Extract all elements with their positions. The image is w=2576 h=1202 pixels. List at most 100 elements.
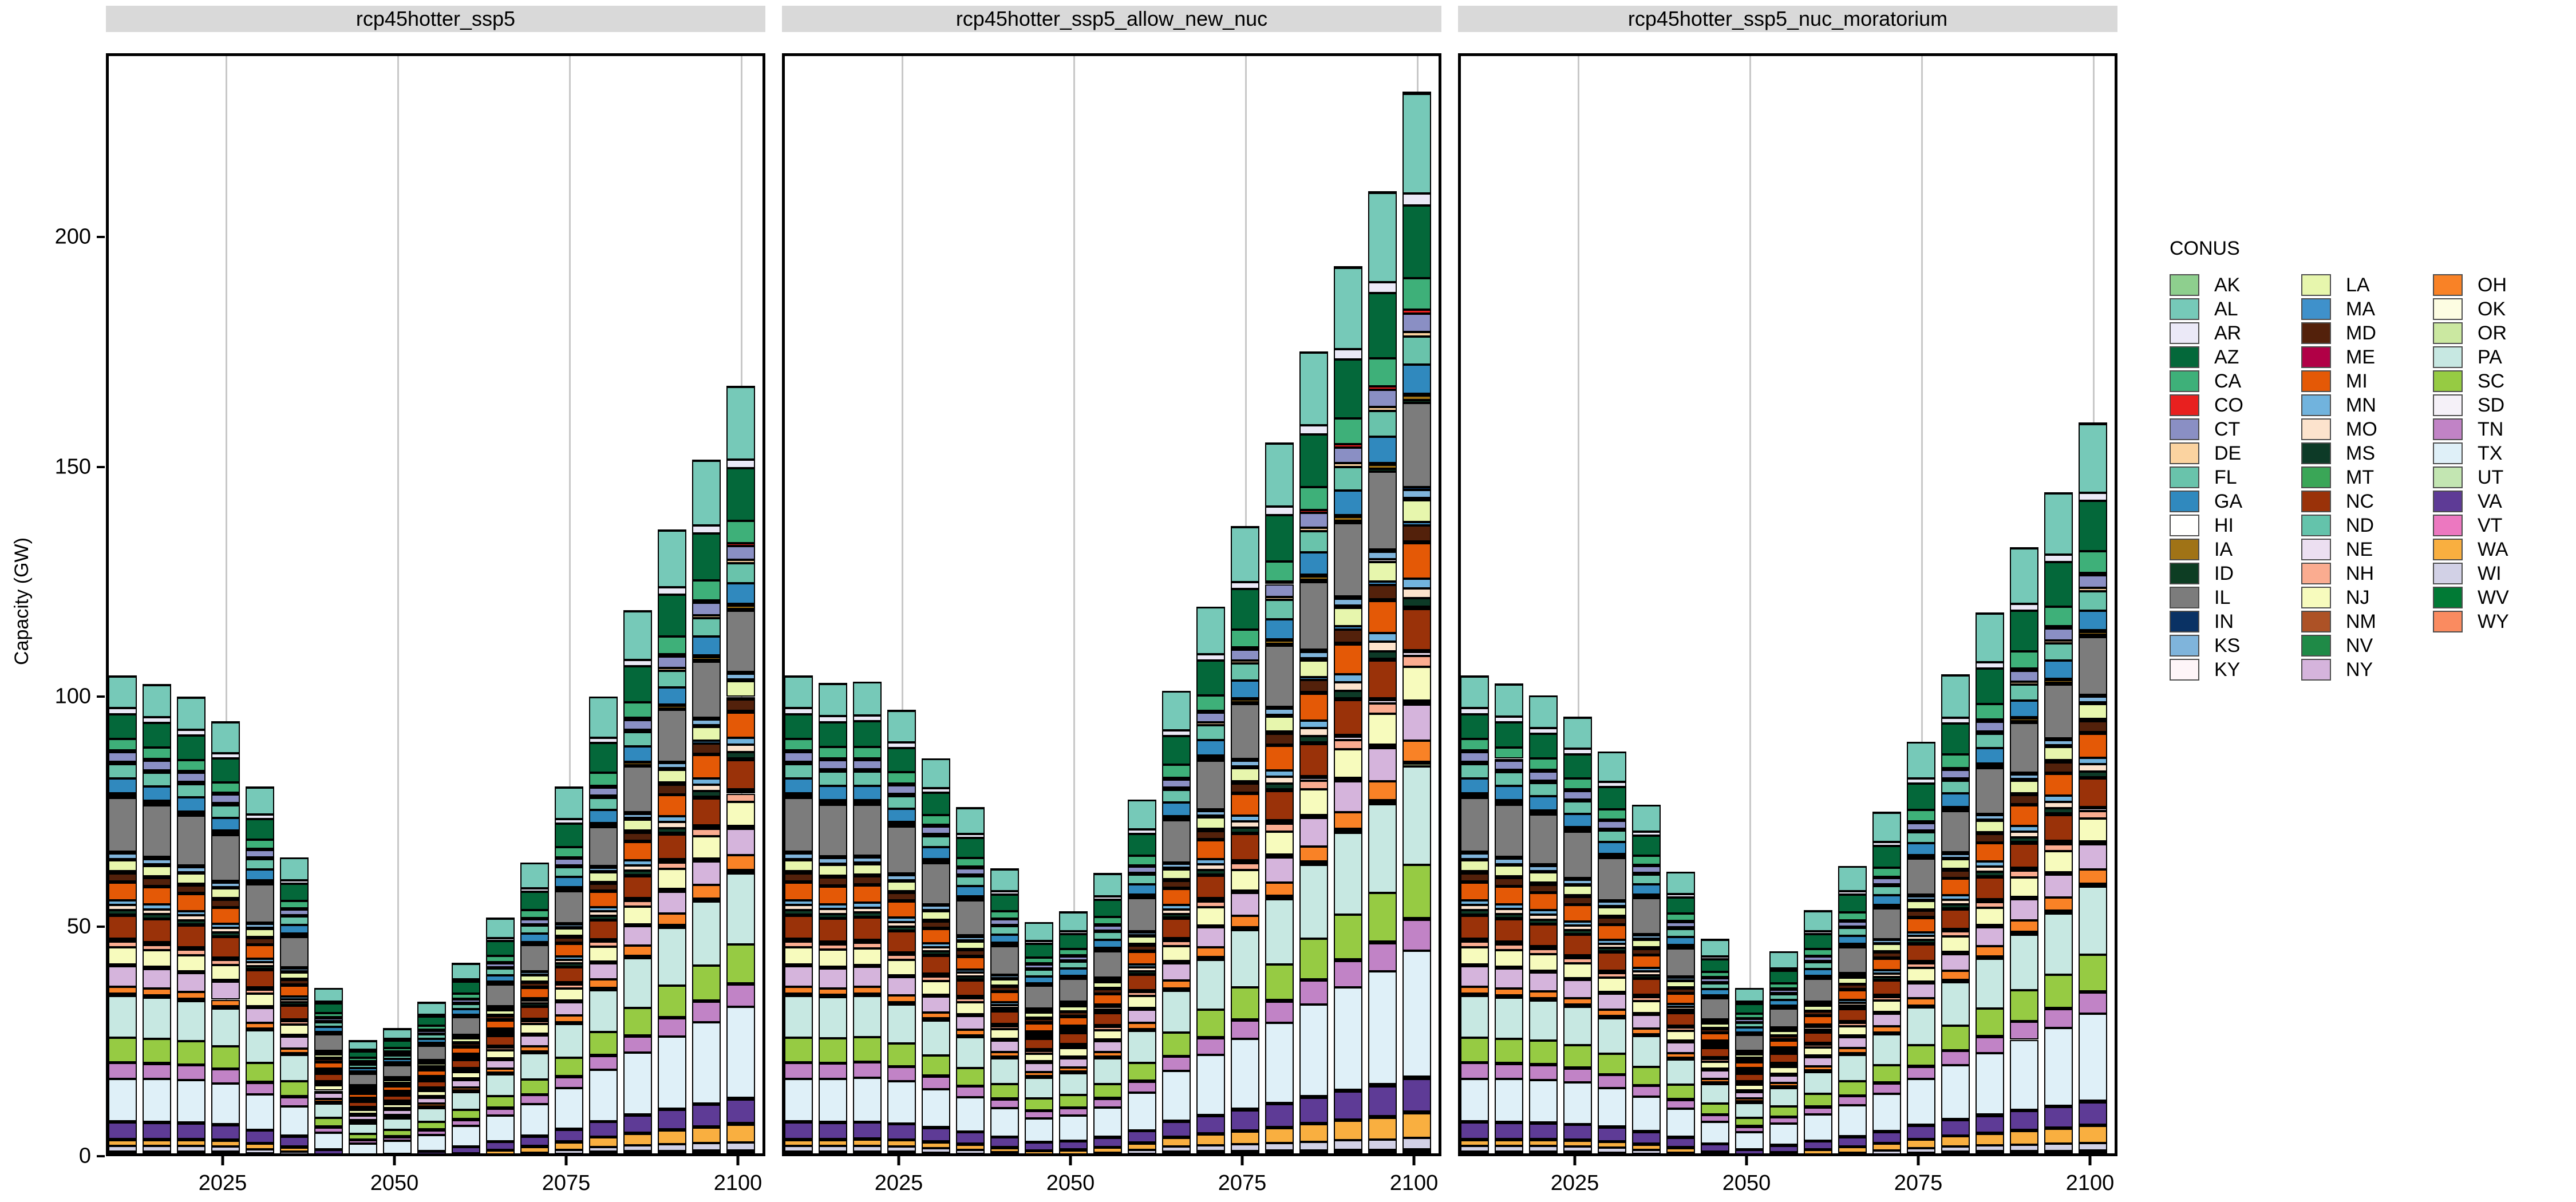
stacked-bar[interactable] bbox=[1402, 92, 1431, 1153]
legend-item[interactable]: MI bbox=[2301, 369, 2377, 393]
legend-item[interactable]: SC bbox=[2433, 369, 2509, 393]
legend-item[interactable]: WA bbox=[2433, 537, 2509, 562]
legend-item[interactable]: NY bbox=[2301, 658, 2377, 682]
legend-item[interactable]: NE bbox=[2301, 537, 2377, 562]
stacked-bar[interactable] bbox=[658, 529, 686, 1153]
stacked-bar[interactable] bbox=[922, 758, 950, 1153]
legend-item[interactable]: AZ bbox=[2170, 345, 2243, 369]
legend-item[interactable]: WI bbox=[2433, 562, 2509, 586]
stacked-bar[interactable] bbox=[1231, 526, 1259, 1153]
legend-item[interactable]: OR bbox=[2433, 321, 2509, 345]
legend-item[interactable]: IN bbox=[2170, 610, 2243, 634]
stacked-bar[interactable] bbox=[1461, 675, 1489, 1153]
stacked-bar[interactable] bbox=[383, 1028, 412, 1153]
stacked-bar[interactable] bbox=[1334, 266, 1362, 1153]
stacked-bar[interactable] bbox=[2079, 422, 2107, 1153]
stacked-bar[interactable] bbox=[177, 697, 206, 1153]
stacked-bar[interactable] bbox=[623, 610, 652, 1153]
legend-item[interactable]: ME bbox=[2301, 345, 2377, 369]
legend-item[interactable]: AL bbox=[2170, 297, 2243, 321]
legend-item[interactable]: VA bbox=[2433, 489, 2509, 513]
legend-item[interactable]: KS bbox=[2170, 634, 2243, 658]
stacked-bar[interactable] bbox=[452, 963, 480, 1153]
stacked-bar[interactable] bbox=[853, 681, 882, 1153]
stacked-bar[interactable] bbox=[2010, 547, 2038, 1153]
legend-item[interactable]: LA bbox=[2301, 273, 2377, 297]
stacked-bar[interactable] bbox=[417, 1002, 446, 1153]
stacked-bar[interactable] bbox=[726, 386, 755, 1153]
stacked-bar[interactable] bbox=[1735, 987, 1764, 1153]
legend-item[interactable]: WV bbox=[2433, 586, 2509, 610]
stacked-bar[interactable] bbox=[246, 786, 274, 1153]
legend-item[interactable]: MT bbox=[2301, 465, 2377, 489]
legend-item[interactable]: ND bbox=[2301, 513, 2377, 537]
stacked-bar[interactable] bbox=[1495, 683, 1523, 1153]
legend-item[interactable]: IL bbox=[2170, 586, 2243, 610]
legend-item[interactable]: OK bbox=[2433, 297, 2509, 321]
stacked-bar[interactable] bbox=[1872, 812, 1901, 1153]
legend-item[interactable]: NC bbox=[2301, 489, 2377, 513]
stacked-bar[interactable] bbox=[1128, 799, 1156, 1153]
legend-item[interactable]: KY bbox=[2170, 658, 2243, 682]
stacked-bar[interactable] bbox=[1632, 804, 1661, 1153]
stacked-bar[interactable] bbox=[109, 675, 137, 1153]
stacked-bar[interactable] bbox=[314, 987, 343, 1153]
stacked-bar[interactable] bbox=[819, 683, 847, 1153]
stacked-bar[interactable] bbox=[1701, 939, 1729, 1153]
stacked-bar[interactable] bbox=[1563, 717, 1592, 1153]
stacked-bar[interactable] bbox=[1299, 351, 1328, 1153]
stacked-bar[interactable] bbox=[1941, 674, 1970, 1153]
stacked-bar[interactable] bbox=[211, 721, 240, 1153]
legend-item[interactable]: NM bbox=[2301, 610, 2377, 634]
stacked-bar[interactable] bbox=[1162, 690, 1191, 1153]
legend-item[interactable]: NJ bbox=[2301, 586, 2377, 610]
stacked-bar[interactable] bbox=[589, 696, 618, 1153]
legend-item[interactable]: MS bbox=[2301, 441, 2377, 465]
stacked-bar[interactable] bbox=[1976, 612, 2004, 1153]
legend-item[interactable]: MA bbox=[2301, 297, 2377, 321]
legend-item[interactable]: OH bbox=[2433, 273, 2509, 297]
legend-item[interactable]: WY bbox=[2433, 610, 2509, 634]
stacked-bar[interactable] bbox=[143, 684, 171, 1153]
stacked-bar[interactable] bbox=[520, 862, 549, 1153]
legend-item[interactable]: NH bbox=[2301, 562, 2377, 586]
stacked-bar[interactable] bbox=[280, 857, 309, 1153]
stacked-bar[interactable] bbox=[1838, 865, 1867, 1153]
stacked-bar[interactable] bbox=[1265, 442, 1294, 1153]
legend-item[interactable]: IA bbox=[2170, 537, 2243, 562]
legend-item[interactable]: TX bbox=[2433, 441, 2509, 465]
legend-item[interactable]: MD bbox=[2301, 321, 2377, 345]
stacked-bar[interactable] bbox=[692, 460, 721, 1153]
legend-item[interactable]: FL bbox=[2170, 465, 2243, 489]
legend-item[interactable]: NV bbox=[2301, 634, 2377, 658]
stacked-bar[interactable] bbox=[1025, 922, 1053, 1153]
stacked-bar[interactable] bbox=[956, 807, 985, 1153]
legend-item[interactable]: MO bbox=[2301, 417, 2377, 441]
stacked-bar[interactable] bbox=[1368, 191, 1397, 1153]
legend-item[interactable]: CO bbox=[2170, 393, 2243, 417]
legend-item[interactable]: CA bbox=[2170, 369, 2243, 393]
stacked-bar[interactable] bbox=[1598, 751, 1626, 1153]
stacked-bar[interactable] bbox=[1769, 951, 1798, 1153]
stacked-bar[interactable] bbox=[486, 918, 515, 1153]
legend-item[interactable]: AK bbox=[2170, 273, 2243, 297]
stacked-bar[interactable] bbox=[990, 868, 1019, 1153]
legend-item[interactable]: GA bbox=[2170, 489, 2243, 513]
legend-item[interactable]: SD bbox=[2433, 393, 2509, 417]
legend-item[interactable]: TN bbox=[2433, 417, 2509, 441]
legend-item[interactable]: ID bbox=[2170, 562, 2243, 586]
legend-item[interactable]: PA bbox=[2433, 345, 2509, 369]
stacked-bar[interactable] bbox=[1804, 910, 1832, 1153]
stacked-bar[interactable] bbox=[1666, 871, 1695, 1153]
legend-item[interactable]: CT bbox=[2170, 417, 2243, 441]
stacked-bar[interactable] bbox=[887, 710, 916, 1153]
legend-item[interactable]: HI bbox=[2170, 513, 2243, 537]
legend-item[interactable]: MN bbox=[2301, 393, 2377, 417]
legend-item[interactable]: UT bbox=[2433, 465, 2509, 489]
stacked-bar[interactable] bbox=[349, 1040, 377, 1153]
stacked-bar[interactable] bbox=[555, 786, 583, 1153]
stacked-bar[interactable] bbox=[785, 675, 813, 1153]
stacked-bar[interactable] bbox=[1059, 911, 1088, 1153]
legend-item[interactable]: DE bbox=[2170, 441, 2243, 465]
stacked-bar[interactable] bbox=[1529, 695, 1558, 1153]
